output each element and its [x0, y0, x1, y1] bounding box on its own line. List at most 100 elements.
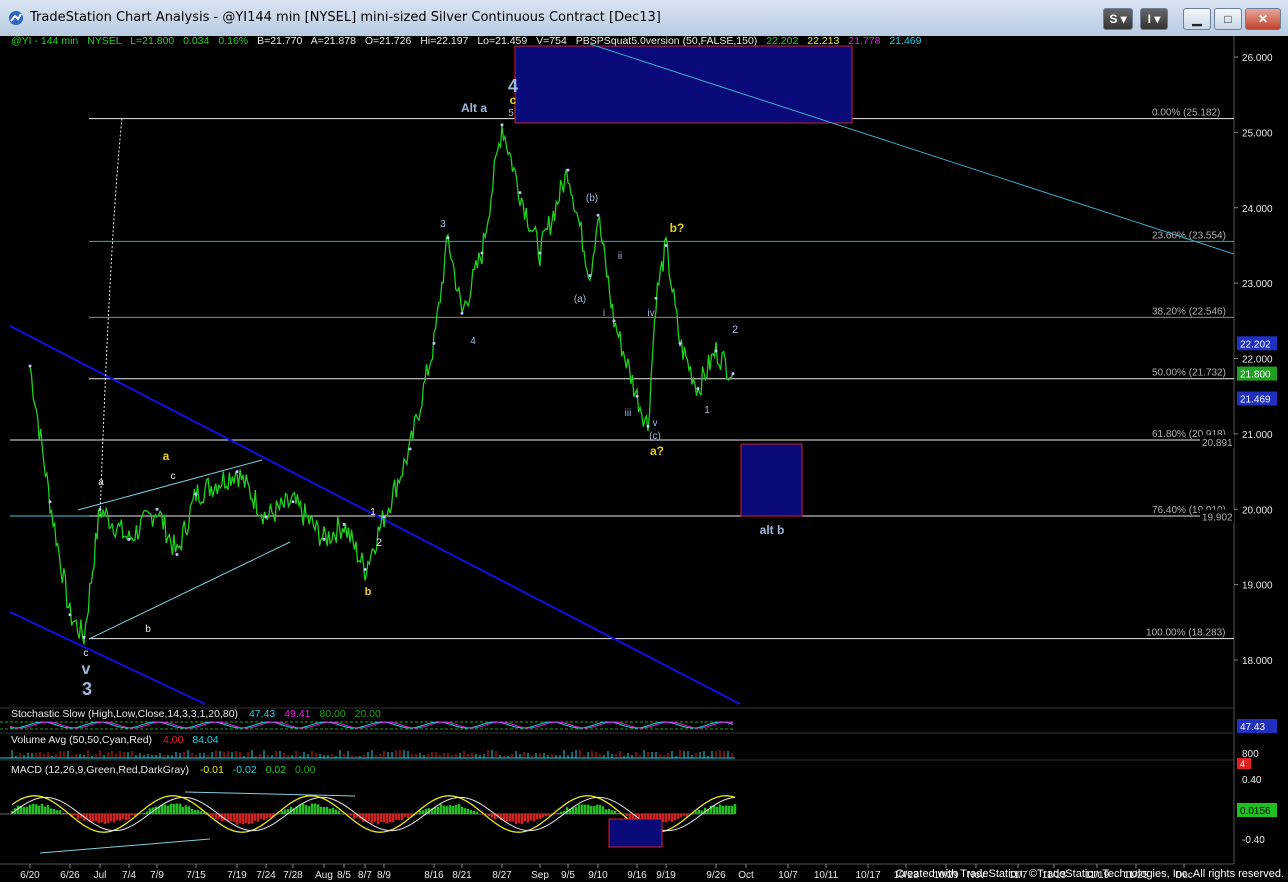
wave-label: Alt a	[461, 101, 487, 115]
wave-label: 4	[470, 336, 476, 347]
wave-label: 3	[440, 219, 446, 230]
price-pivot-point	[432, 341, 436, 345]
macd-tick-top: 0.40	[1242, 775, 1262, 786]
time-tick-label: 7/4	[122, 870, 136, 881]
chart-canvas[interactable]: @YI - 144 min NYSEL L=21.800 0.034 0.16%…	[0, 36, 1288, 882]
price-pivot-point	[127, 537, 131, 541]
wave-label: a	[163, 449, 170, 463]
study-value-1: 22.202	[766, 36, 798, 47]
price-tag-label: 19.902	[1202, 513, 1233, 524]
wave-label: b	[145, 624, 151, 635]
stoch-last-label: 47.43	[1240, 722, 1265, 733]
price-pivot-point	[460, 311, 464, 315]
time-tick-label: 8/21	[452, 870, 472, 881]
header-ask: A=21.878	[311, 36, 356, 47]
volume-value-1: 4.00	[163, 734, 184, 746]
wave-label: c	[84, 648, 89, 659]
time-tick-label: 9/5	[561, 870, 575, 881]
fib-level-label: 38.20% (22.546)	[1152, 306, 1226, 317]
header-study: PBSPSquat5.0version (50,FALSE,150)	[576, 36, 758, 47]
header-symbol: @YI - 144 min	[11, 36, 78, 47]
price-tag-label: 22.202	[1240, 339, 1271, 350]
time-tick-label: Aug	[315, 870, 333, 881]
time-tick-label: 8/27	[492, 870, 512, 881]
minimize-button[interactable]: ▁	[1183, 8, 1211, 30]
price-pivot-point	[664, 243, 668, 247]
price-pivot-point	[612, 319, 616, 323]
macd-title: MACD (12,26,9,Green,Red,DarkGray)	[11, 764, 189, 776]
svg-text:@YI - 144 min NYSEL L=: @YI - 144 min NYSEL L=21.800 0.034 0.16%…	[11, 36, 922, 47]
price-tag-label: 20.891	[1202, 438, 1233, 449]
time-tick-label: 7/9	[150, 870, 164, 881]
macd-target-box	[608, 818, 663, 848]
wave-label: v	[82, 661, 91, 678]
wave-label: b	[365, 586, 372, 598]
study-value-2: 22.213	[807, 36, 839, 47]
wave-label: (b)	[586, 193, 598, 204]
price-pivot-point	[235, 470, 239, 474]
stoch-title: Stochastic Slow (High,Low,Close,14,3,3,1…	[11, 708, 238, 720]
wave-label: iv	[647, 308, 654, 319]
wave-label: b?	[670, 221, 685, 235]
wave-label: alt b	[760, 523, 785, 537]
price-tick-label: 20.000	[1242, 505, 1273, 516]
tradestation-icon	[9, 11, 23, 25]
macd-value-4: 0.00	[295, 764, 316, 776]
stoch-value-1: 47.43	[249, 708, 275, 720]
header-change: 0.034	[183, 36, 209, 47]
window-titlebar: TradeStation Chart Analysis - @YI144 min…	[0, 0, 1288, 37]
price-pivot-point	[175, 552, 179, 556]
time-tick-label: 10/11	[814, 870, 839, 881]
study-value-4: 21.469	[889, 36, 921, 47]
price-pivot-point	[291, 500, 295, 504]
price-pivot-point	[596, 213, 600, 217]
time-tick-label: 10/17	[855, 870, 880, 881]
fib-level-label: 0.00% (25.182)	[1152, 108, 1220, 119]
price-pivot-point	[382, 515, 386, 519]
price-pivot-point	[194, 492, 198, 496]
close-button[interactable]: ✕	[1245, 8, 1281, 30]
price-pivot-point	[566, 168, 570, 172]
header-bid: B=21.770	[257, 36, 302, 47]
time-tick-label: 6/26	[60, 870, 80, 881]
time-tick-label: Oct	[738, 870, 754, 881]
price-tick-label: 25.000	[1242, 128, 1273, 139]
price-pivot-point	[363, 568, 367, 572]
price-pivot-point	[264, 515, 268, 519]
wave-label: 1	[704, 405, 710, 416]
price-pivot-point	[155, 507, 159, 511]
macd-header: MACD (12,26,9,Green,Red,DarkGray) -0.01 …	[11, 764, 316, 776]
price-pivot-point	[500, 123, 504, 127]
wave-label: 2	[376, 537, 382, 549]
wave-label: iii	[625, 408, 632, 419]
time-tick-label: 8/9	[377, 870, 391, 881]
stoch-header: Stochastic Slow (High,Low,Close,14,3,3,1…	[11, 708, 381, 720]
maximize-button[interactable]: □	[1214, 8, 1242, 30]
wave-label: 3	[82, 679, 92, 699]
header-last: L=21.800	[130, 36, 174, 47]
time-tick-label: Jul	[94, 870, 107, 881]
macd-tick-mid: 0.0156	[1240, 806, 1271, 817]
price-pivot-point	[635, 394, 639, 398]
macd-value-2: -0.02	[233, 764, 257, 776]
stoch-value-2: 49.41	[284, 708, 310, 720]
time-tick-label: Sep	[531, 870, 549, 881]
header-volume: V=754	[536, 36, 567, 47]
price-pivot-point	[342, 522, 346, 526]
header-open: O=21.726	[365, 36, 412, 47]
wave-label: 2	[732, 324, 738, 336]
price-pivot-point	[714, 349, 718, 353]
price-pivot-point	[696, 387, 700, 391]
volume-title: Volume Avg (50,50,Cyan,Red)	[11, 734, 152, 746]
time-tick-label: 8/7	[358, 870, 372, 881]
price-pivot-point	[322, 537, 326, 541]
volume-value-2: 84.04	[192, 734, 218, 746]
fib-level-label: 50.00% (21.732)	[1152, 368, 1226, 379]
macd-value-3: 0.02	[266, 764, 287, 776]
price-tick-label: 22.000	[1242, 355, 1273, 366]
target-box-4	[514, 45, 853, 124]
symbol-link-button[interactable]: S ▾	[1103, 8, 1133, 30]
window-title: TradeStation Chart Analysis - @YI144 min…	[30, 10, 661, 25]
wave-label: ii	[618, 251, 622, 262]
indicator-link-button[interactable]: I ▾	[1140, 8, 1168, 30]
